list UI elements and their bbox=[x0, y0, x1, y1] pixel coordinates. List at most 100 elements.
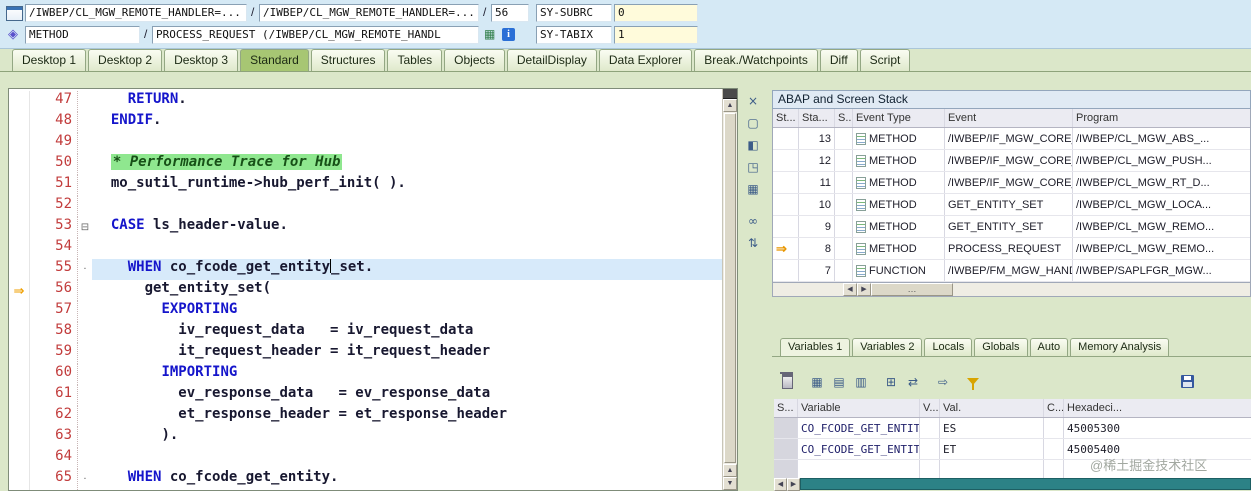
code-text[interactable]: iv_request_data = iv_request_data bbox=[92, 322, 722, 343]
code-text[interactable]: RETURN. bbox=[92, 91, 722, 112]
vars-tab-globals[interactable]: Globals bbox=[974, 338, 1028, 356]
stack-row[interactable]: 12 METHOD/IWBEP/IF_MGW_CORE_.../IWBEP/CL_… bbox=[773, 150, 1250, 172]
hscrollbar-thumb[interactable] bbox=[871, 283, 953, 296]
code-text[interactable]: CASE ls_header-value. bbox=[92, 217, 722, 238]
stack-row[interactable]: 13 METHOD/IWBEP/IF_MGW_CORE_.../IWBEP/CL_… bbox=[773, 128, 1250, 150]
code-text[interactable] bbox=[92, 133, 722, 154]
line-number-field[interactable]: 56 bbox=[491, 4, 529, 22]
event-type-field[interactable]: METHOD bbox=[25, 26, 140, 44]
line-number[interactable]: 64 bbox=[30, 448, 78, 469]
line-number[interactable]: 58 bbox=[30, 322, 78, 343]
filter-icon[interactable] bbox=[964, 373, 982, 390]
vars-row[interactable]: CO_FCODE_GET_ENTITY_SET ES 45005300 bbox=[774, 418, 1251, 439]
stack-header-cell[interactable]: S.. bbox=[835, 109, 853, 127]
line-number[interactable]: 53 bbox=[30, 217, 78, 238]
vars-header-cell[interactable]: Hexadeci... bbox=[1064, 399, 1251, 417]
tab-structures[interactable]: Structures bbox=[310, 49, 386, 71]
scroll-left-button[interactable] bbox=[843, 283, 857, 296]
code-text[interactable]: IMPORTING bbox=[92, 364, 722, 385]
tab-break-watchpoints[interactable]: Break./Watchpoints bbox=[694, 49, 818, 71]
close-icon[interactable]: × bbox=[744, 92, 762, 109]
insert-icon[interactable]: ⊞ bbox=[882, 373, 900, 390]
vars-variable-cell[interactable]: CO_FCODE_GET_ENTITY_SET bbox=[798, 418, 920, 438]
scroll-up-button[interactable] bbox=[723, 99, 737, 112]
code-text[interactable]: EXPORTING bbox=[92, 301, 722, 322]
scroll-line-down-button[interactable] bbox=[723, 477, 737, 490]
info-icon[interactable] bbox=[502, 28, 515, 41]
glasses-icon[interactable]: ∞ bbox=[744, 212, 762, 229]
line-number[interactable]: 54 bbox=[30, 238, 78, 259]
line-number[interactable]: 55 bbox=[30, 259, 78, 280]
line-number[interactable]: 50 bbox=[30, 154, 78, 175]
vars-variable-cell[interactable]: CO_FCODE_GET_ENTITY bbox=[798, 439, 920, 459]
stack-header-cell[interactable]: Sta... bbox=[799, 109, 835, 127]
line-number[interactable]: 57 bbox=[30, 301, 78, 322]
vars-value-cell[interactable]: ES bbox=[940, 418, 1044, 438]
table-settings-icon[interactable]: ▤ bbox=[830, 373, 848, 390]
line-number[interactable]: 62 bbox=[30, 406, 78, 427]
tab-diff[interactable]: Diff bbox=[819, 49, 858, 71]
sy-tabix-label-field[interactable]: SY-TABIX bbox=[536, 26, 612, 44]
stack-header-cell[interactable]: Event bbox=[945, 109, 1073, 127]
new-page-icon[interactable]: ▢ bbox=[744, 114, 762, 131]
tab-script[interactable]: Script bbox=[859, 49, 911, 71]
table-icon[interactable]: ▦ bbox=[808, 373, 826, 390]
stack-row[interactable]: 9 METHOD GET_ENTITY_SET/IWBEP/CL_MGW_REMO.… bbox=[773, 216, 1250, 238]
vars-hscrollbar-thumb[interactable] bbox=[800, 478, 1251, 490]
include-nav-field[interactable]: /IWBEP/CL_MGW_REMOTE_HANDLER=... bbox=[259, 4, 479, 22]
vars-tab-locals[interactable]: Locals bbox=[924, 338, 973, 356]
stack-row[interactable]: 11 METHOD/IWBEP/IF_MGW_CORE_.../IWBEP/CL_… bbox=[773, 172, 1250, 194]
line-number[interactable]: 49 bbox=[30, 133, 78, 154]
line-number[interactable]: 48 bbox=[30, 112, 78, 133]
line-number[interactable]: 47 bbox=[30, 91, 78, 112]
hscroll-track[interactable] bbox=[953, 283, 1250, 296]
tab-desktop-3[interactable]: Desktop 3 bbox=[164, 49, 239, 71]
save-icon[interactable] bbox=[1178, 373, 1196, 390]
code-text[interactable]: WHEN co_fcode_get_entity_set. bbox=[92, 259, 722, 280]
tab-objects[interactable]: Objects bbox=[444, 49, 505, 71]
variables-hscrollbar[interactable] bbox=[774, 478, 1251, 491]
line-number[interactable]: 59 bbox=[30, 343, 78, 364]
vars-scroll-right-button[interactable] bbox=[787, 478, 800, 491]
tab-detaildisplay[interactable]: DetailDisplay bbox=[506, 49, 597, 71]
vars-variable-cell[interactable] bbox=[798, 460, 920, 480]
vars-tab-memory-analysis[interactable]: Memory Analysis bbox=[1070, 338, 1170, 356]
sy-subrc-label-field[interactable]: SY-SUBRC bbox=[536, 4, 612, 22]
vars-select-cell[interactable] bbox=[774, 418, 798, 438]
table-save-icon[interactable]: ▥ bbox=[852, 373, 870, 390]
vars-header-cell[interactable]: V... bbox=[920, 399, 940, 417]
line-number[interactable]: 63 bbox=[30, 427, 78, 448]
vars-value-cell[interactable] bbox=[940, 460, 1044, 480]
sy-tabix-value-field[interactable]: 1 bbox=[614, 26, 698, 44]
code-text[interactable]: et_response_header = et_response_header bbox=[92, 406, 722, 427]
stack-row[interactable]: 10 METHOD GET_ENTITY_SET/IWBEP/CL_MGW_LOCA… bbox=[773, 194, 1250, 216]
stack-header-cell[interactable]: Event Type bbox=[853, 109, 945, 127]
code-text[interactable]: ev_response_data = ev_response_data bbox=[92, 385, 722, 406]
vars-header-cell[interactable]: Val. bbox=[940, 399, 1044, 417]
fold-marker[interactable]: ⊟ bbox=[78, 217, 92, 238]
line-number[interactable]: 52 bbox=[30, 196, 78, 217]
vars-tab-auto[interactable]: Auto bbox=[1029, 338, 1069, 356]
editor-vertical-scrollbar[interactable] bbox=[722, 89, 737, 490]
vars-scroll-left-button[interactable] bbox=[774, 478, 787, 491]
stack-header-cell[interactable]: St... bbox=[773, 109, 799, 127]
vars-header-cell[interactable]: S... bbox=[774, 399, 798, 417]
code-text[interactable]: * Performance Trace for Hub bbox=[92, 154, 722, 175]
scroll-right-button[interactable] bbox=[857, 283, 871, 296]
vars-header-cell[interactable]: Variable bbox=[798, 399, 920, 417]
stack-header-cell[interactable]: Program bbox=[1073, 109, 1251, 127]
vscrollbar-thumb[interactable] bbox=[724, 113, 736, 463]
tab-data-explorer[interactable]: Data Explorer bbox=[598, 49, 693, 71]
fullscreen-icon[interactable]: ◳ bbox=[744, 158, 762, 175]
vars-select-cell[interactable] bbox=[774, 439, 798, 459]
class-nav-field[interactable]: /IWBEP/CL_MGW_REMOTE_HANDLER=... bbox=[25, 4, 247, 22]
vars-tab-variables-1[interactable]: Variables 1 bbox=[780, 338, 851, 356]
code-text[interactable] bbox=[92, 196, 722, 217]
line-number[interactable]: 60 bbox=[30, 364, 78, 385]
vars-header-cell[interactable]: C... bbox=[1044, 399, 1064, 417]
goto-icon[interactable]: ⇨ bbox=[934, 373, 952, 390]
stack-row[interactable]: 7 FUNCTION/IWBEP/FM_MGW_HAND.../IWBEP/SAP… bbox=[773, 260, 1250, 282]
code-text[interactable]: ENDIF. bbox=[92, 112, 722, 133]
code-text[interactable] bbox=[92, 448, 722, 469]
code-text[interactable] bbox=[92, 238, 722, 259]
